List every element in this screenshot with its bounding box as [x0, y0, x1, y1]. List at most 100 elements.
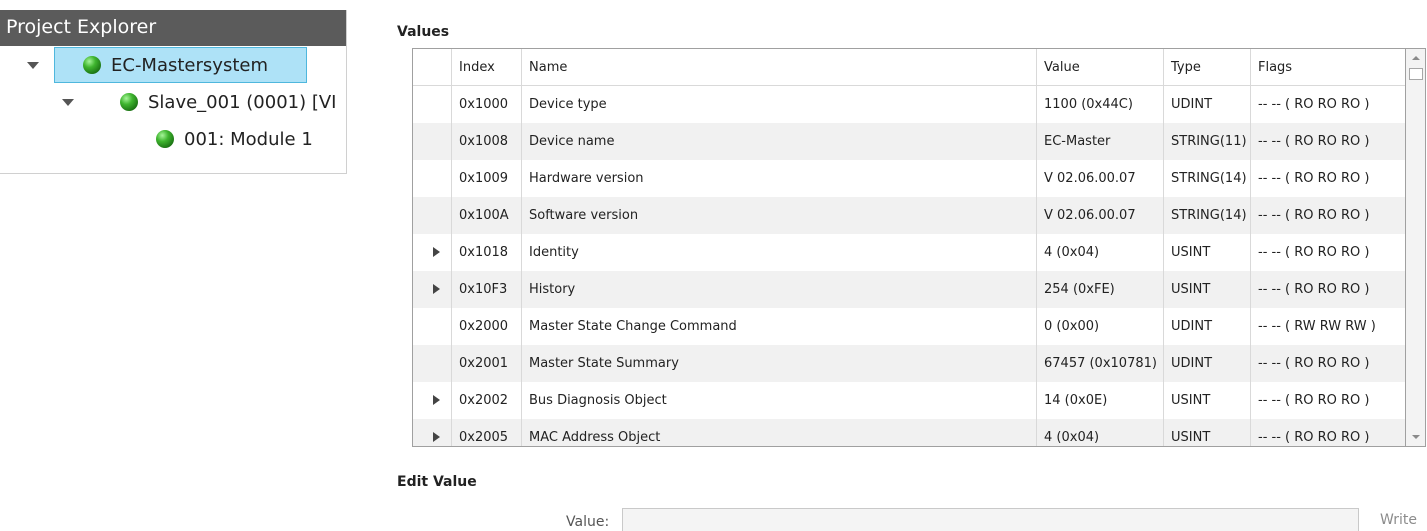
- scroll-up-icon[interactable]: [1406, 49, 1425, 67]
- cell-name: Bus Diagnosis Object: [521, 382, 1036, 419]
- cell-type: USINT: [1163, 419, 1250, 446]
- cell-index: 0x1018: [451, 234, 521, 271]
- cell-name: Master State Summary: [521, 345, 1036, 382]
- cell-expander[interactable]: [413, 234, 451, 271]
- cell-value: 1100 (0x44C): [1036, 86, 1163, 123]
- cell-expander: [413, 197, 451, 234]
- cell-flags: -- -- ( RO RO RO ): [1250, 382, 1405, 419]
- table-row[interactable]: 0x100A Software version V 02.06.00.07 STRIN…: [413, 197, 1405, 234]
- tree-item-label: EC-Mastersystem: [111, 54, 268, 76]
- expand-triangle-icon[interactable]: [433, 395, 440, 405]
- cell-type: UDINT: [1163, 345, 1250, 382]
- cell-name: MAC Address Object: [521, 419, 1036, 446]
- values-section-title: Values: [397, 24, 450, 40]
- status-led-icon: [120, 93, 138, 111]
- write-button[interactable]: Write: [1380, 512, 1417, 528]
- project-explorer-tree: EC-Mastersystem Slave_001 (0001) [VI 001…: [0, 46, 347, 174]
- table-row[interactable]: 0x1000 Device type 1100 (0x44C) UDINT -- -- …: [413, 86, 1405, 123]
- cell-name: Hardware version: [521, 160, 1036, 197]
- cell-value: 254 (0xFE): [1036, 271, 1163, 308]
- cell-expander[interactable]: [413, 419, 451, 446]
- project-explorer-title: Project Explorer: [6, 16, 157, 38]
- column-header-index[interactable]: Index: [451, 49, 521, 86]
- cell-type: USINT: [1163, 234, 1250, 271]
- cell-name: Identity: [521, 234, 1036, 271]
- cell-value: 14 (0x0E): [1036, 382, 1163, 419]
- cell-expander: [413, 123, 451, 160]
- cell-index: 0x1008: [451, 123, 521, 160]
- tree-item-slave-001[interactable]: Slave_001 (0001) [VI: [120, 84, 336, 120]
- expand-triangle-icon[interactable]: [433, 247, 440, 257]
- cell-name: Device name: [521, 123, 1036, 160]
- table-row[interactable]: 0x10F3 History 254 (0xFE) USINT -- -- ( RO R…: [413, 271, 1405, 308]
- cell-value: 0 (0x00): [1036, 308, 1163, 345]
- table-row[interactable]: 0x1018 Identity 4 (0x04) USINT -- -- ( RO RO…: [413, 234, 1405, 271]
- cell-type: USINT: [1163, 271, 1250, 308]
- cell-type: STRING(14): [1163, 197, 1250, 234]
- column-header-type[interactable]: Type: [1163, 49, 1250, 86]
- cell-flags: -- -- ( RO RO RO ): [1250, 345, 1405, 382]
- cell-value: 4 (0x04): [1036, 234, 1163, 271]
- scroll-down-icon[interactable]: [1406, 428, 1425, 446]
- cell-expander: [413, 345, 451, 382]
- cell-flags: -- -- ( RO RO RO ): [1250, 160, 1405, 197]
- cell-expander: [413, 160, 451, 197]
- column-header-flags[interactable]: Flags: [1250, 49, 1405, 86]
- cell-expander: [413, 308, 451, 345]
- cell-type: STRING(11): [1163, 123, 1250, 160]
- cell-flags: -- -- ( RO RO RO ): [1250, 234, 1405, 271]
- table-row[interactable]: 0x1009 Hardware version V 02.06.00.07 STRIN…: [413, 160, 1405, 197]
- expand-chevron-icon[interactable]: [62, 99, 74, 106]
- cell-name: Device type: [521, 86, 1036, 123]
- cell-expander: [413, 86, 451, 123]
- cell-index: 0x10F3: [451, 271, 521, 308]
- table-row[interactable]: 0x2005 MAC Address Object 4 (0x04) USINT -- …: [413, 419, 1405, 446]
- cell-index: 0x1000: [451, 86, 521, 123]
- cell-name: Master State Change Command: [521, 308, 1036, 345]
- cell-name: History: [521, 271, 1036, 308]
- cell-flags: -- -- ( RW RW RW ): [1250, 308, 1405, 345]
- table-row[interactable]: 0x2002 Bus Diagnosis Object 14 (0x0E) USINT…: [413, 382, 1405, 419]
- project-explorer-header: Project Explorer: [0, 10, 347, 46]
- tree-item-label: 001: Module 1: [184, 128, 313, 150]
- cell-type: USINT: [1163, 382, 1250, 419]
- cell-type: UDINT: [1163, 308, 1250, 345]
- value-input[interactable]: [622, 508, 1359, 531]
- cell-index: 0x2005: [451, 419, 521, 446]
- values-grid: Index Name Value Type Flags 0x1000 Device…: [412, 48, 1406, 447]
- cell-index: 0x2001: [451, 345, 521, 382]
- cell-expander[interactable]: [413, 382, 451, 419]
- table-row[interactable]: 0x2000 Master State Change Command 0 (0x00…: [413, 308, 1405, 345]
- table-row[interactable]: 0x1008 Device name EC-Master STRING(11) -- -…: [413, 123, 1405, 160]
- expand-triangle-icon[interactable]: [433, 284, 440, 294]
- status-led-icon: [83, 56, 101, 74]
- scrollbar-thumb[interactable]: [1409, 68, 1423, 80]
- column-header-name[interactable]: Name: [521, 49, 1036, 86]
- status-led-icon: [156, 130, 174, 148]
- cell-value: 4 (0x04): [1036, 419, 1163, 446]
- table-row[interactable]: 0x2001 Master State Summary 67457 (0x10781…: [413, 345, 1405, 382]
- cell-flags: -- -- ( RO RO RO ): [1250, 419, 1405, 446]
- column-header-value[interactable]: Value: [1036, 49, 1163, 86]
- cell-type: STRING(14): [1163, 160, 1250, 197]
- cell-index: 0x1009: [451, 160, 521, 197]
- cell-flags: -- -- ( RO RO RO ): [1250, 123, 1405, 160]
- value-field-label: Value:: [566, 514, 610, 530]
- column-header-expander: [413, 49, 451, 86]
- values-scrollbar[interactable]: [1406, 48, 1426, 447]
- expand-chevron-icon[interactable]: [27, 62, 39, 69]
- cell-value: V 02.06.00.07: [1036, 160, 1163, 197]
- cell-value: EC-Master: [1036, 123, 1163, 160]
- tree-item-ec-mastersystem[interactable]: EC-Mastersystem: [54, 47, 307, 83]
- cell-type: UDINT: [1163, 86, 1250, 123]
- cell-flags: -- -- ( RO RO RO ): [1250, 271, 1405, 308]
- cell-index: 0x2000: [451, 308, 521, 345]
- cell-index: 0x100A: [451, 197, 521, 234]
- tree-item-label: Slave_001 (0001) [VI: [148, 91, 337, 113]
- cell-expander[interactable]: [413, 271, 451, 308]
- tree-item-module-1[interactable]: 001: Module 1: [156, 121, 313, 157]
- expand-triangle-icon[interactable]: [433, 432, 440, 442]
- cell-value: V 02.06.00.07: [1036, 197, 1163, 234]
- cell-flags: -- -- ( RO RO RO ): [1250, 86, 1405, 123]
- cell-name: Software version: [521, 197, 1036, 234]
